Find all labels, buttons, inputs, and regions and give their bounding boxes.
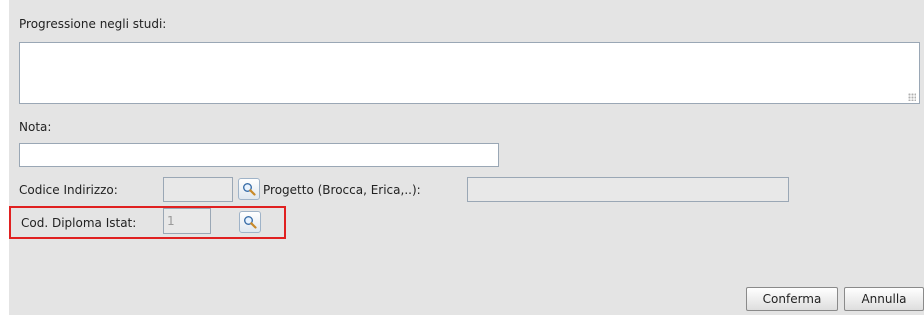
codice-indirizzo-label: Codice Indirizzo: <box>19 183 118 197</box>
nota-label: Nota: <box>19 120 52 134</box>
magnifier-icon <box>243 183 256 196</box>
cancel-button[interactable]: Annulla <box>844 287 924 311</box>
cod-diploma-highlight-box <box>9 206 286 239</box>
progetto-label: Progetto (Brocca, Erica,..): <box>263 183 421 197</box>
codice-indirizzo-search-button[interactable] <box>238 178 260 200</box>
form-panel: Progressione negli studi: Nota: Codice I… <box>9 0 924 315</box>
confirm-button[interactable]: Conferma <box>746 287 838 311</box>
progressione-textarea[interactable] <box>19 42 920 104</box>
resize-grip-icon[interactable] <box>908 93 916 101</box>
nota-input[interactable] <box>19 143 499 167</box>
progetto-input[interactable] <box>467 177 789 202</box>
codice-indirizzo-input[interactable] <box>163 177 233 202</box>
progressione-label: Progressione negli studi: <box>19 17 167 31</box>
